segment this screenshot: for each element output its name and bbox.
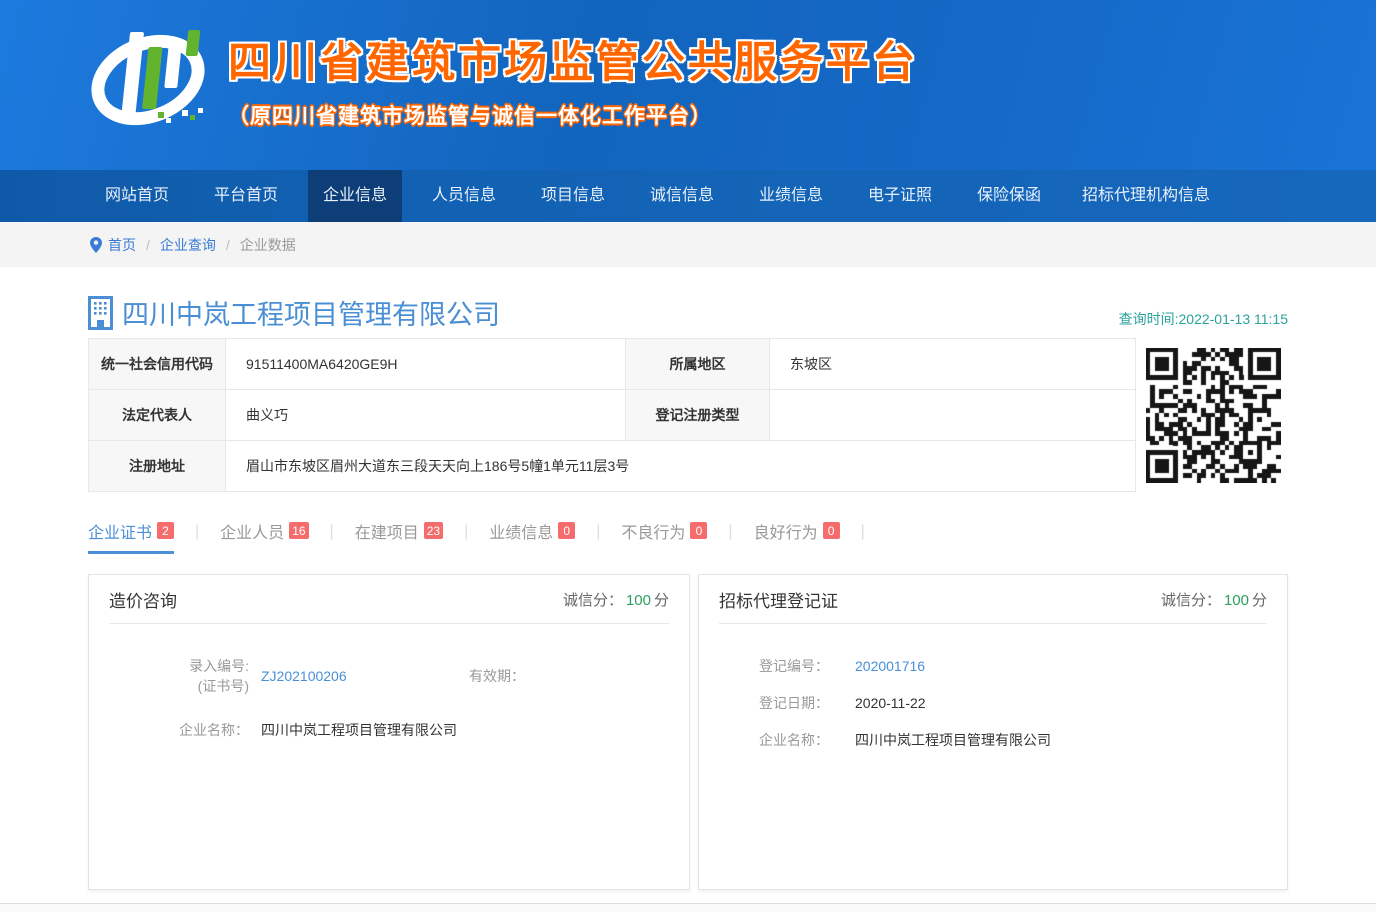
page: 四川省建筑市场监管公共服务平台 （原四川省建筑市场监管与诚信一体化工作平台） 网… [0,0,1376,912]
company-name: 四川中岚工程项目管理有限公司 [122,293,500,332]
tab-projects-under-construction[interactable]: 在建项目 23 [355,519,443,554]
field-label-region: 所属地区 [626,339,770,390]
certificate-card-cost-consulting: 造价咨询 诚信分：100分 录入编号: (证书号) ZJ202100206 有效… [88,574,690,890]
table-row: 统一社会信用代码 91511400MA6420GE9H 所属地区 东坡区 [89,339,1136,390]
field-label-registration-number: 登记编号： [759,656,843,676]
count-badge: 0 [823,522,840,539]
field-label-registration-date: 登记日期： [759,693,843,713]
field-label-company-name: 企业名称： [149,720,249,740]
company-header: 四川中岚工程项目管理有限公司 查询时间:2022-01-13 11:15 [88,290,1288,332]
field-value-company-name: 四川中岚工程项目管理有限公司 [261,720,457,740]
site-header: 四川省建筑市场监管公共服务平台 （原四川省建筑市场监管与诚信一体化工作平台） [0,0,1376,170]
field-value-region: 东坡区 [770,339,1136,390]
certificate-card-bidding-agency: 招标代理登记证 诚信分：100分 登记编号： 202001716 登记日期： 2… [698,574,1288,890]
registration-number-link[interactable]: 202001716 [855,658,1015,674]
certificate-cards: 造价咨询 诚信分：100分 录入编号: (证书号) ZJ202100206 有效… [88,574,1288,890]
field-row: 登记日期： 2020-11-22 [759,693,1267,713]
field-label-company-name: 企业名称： [759,730,843,750]
field-row: 登记编号： 202001716 [759,656,1267,676]
tab-performance-info[interactable]: 业绩信息 0 [489,519,575,554]
field-label-credit-code: 统一社会信用代码 [89,339,226,390]
field-value-registered-address: 眉山市东坡区眉州大道东三段天天向上186号5幢1单元11层3号 [226,441,1136,492]
breadcrumb-company-search-link[interactable]: 企业查询 [160,235,216,255]
qr-code [1146,348,1281,483]
card-body: 登记编号： 202001716 登记日期： 2020-11-22 企业名称： 四… [699,624,1287,750]
field-label-registration-type: 登记注册类型 [626,390,770,441]
main-nav: 网站首页 平台首页 企业信息 人员信息 项目信息 诚信信息 业绩信息 电子证照 … [0,170,1376,222]
nav-item-insurance-guarantee[interactable]: 保险保函 [962,170,1056,222]
breadcrumb-home-link[interactable]: 首页 [108,235,136,255]
card-title: 招标代理登记证 [719,587,838,612]
building-icon [88,296,116,330]
nav-item-e-certificate[interactable]: 电子证照 [853,170,947,222]
field-label-registered-address: 注册地址 [89,441,226,492]
field-row: 企业名称： 四川中岚工程项目管理有限公司 [149,720,669,740]
company-info-table: 统一社会信用代码 91511400MA6420GE9H 所属地区 东坡区 法定代… [88,338,1136,492]
certificate-number-link[interactable]: ZJ202100206 [261,668,421,684]
site-subtitle: （原四川省建筑市场监管与诚信一体化工作平台） [228,100,918,130]
site-title: 四川省建筑市场监管公共服务平台 [228,28,918,90]
field-value-registration-date: 2020-11-22 [855,695,1015,711]
field-label-legal-rep: 法定代表人 [89,390,226,441]
breadcrumb-separator: / [226,237,230,253]
count-badge: 16 [289,522,308,539]
company-title: 四川中岚工程项目管理有限公司 [88,293,500,332]
tab-separator: | [861,523,865,549]
card-title: 造价咨询 [109,587,177,612]
nav-item-project-info[interactable]: 项目信息 [526,170,620,222]
credit-score: 诚信分：100分 [1161,589,1267,610]
nav-item-platform-home[interactable]: 平台首页 [199,170,293,222]
count-badge: 23 [424,522,443,539]
count-badge: 2 [157,522,174,539]
tab-separator: | [195,523,199,549]
nav-item-bidding-agency-info[interactable]: 招标代理机构信息 [1071,170,1221,222]
tab-separator: | [596,523,600,549]
field-value-credit-code: 91511400MA6420GE9H [226,339,626,390]
card-header: 招标代理登记证 诚信分：100分 [719,575,1267,624]
card-header: 造价咨询 诚信分：100分 [109,575,669,624]
credit-score: 诚信分：100分 [563,589,669,610]
header-titles: 四川省建筑市场监管公共服务平台 （原四川省建筑市场监管与诚信一体化工作平台） [228,14,918,130]
field-row: 企业名称： 四川中岚工程项目管理有限公司 [759,730,1267,750]
tab-company-certificates[interactable]: 企业证书 2 [88,519,174,554]
company-info-section: 统一社会信用代码 91511400MA6420GE9H 所属地区 东坡区 法定代… [88,338,1288,492]
count-badge: 0 [690,522,707,539]
breadcrumb-separator: / [146,237,150,253]
platform-logo-icon [86,14,218,132]
nav-item-credit-info[interactable]: 诚信信息 [635,170,729,222]
table-row: 法定代表人 曲义巧 登记注册类型 [89,390,1136,441]
tab-bad-behavior[interactable]: 不良行为 0 [621,519,707,554]
nav-item-company-info[interactable]: 企业信息 [308,170,402,222]
field-value-company-name: 四川中岚工程项目管理有限公司 [855,730,1051,750]
nav-item-performance-info[interactable]: 业绩信息 [744,170,838,222]
breadcrumb-current: 企业数据 [240,235,296,255]
field-label-validity: 有效期： [469,666,525,686]
field-value-registration-type [770,390,1136,441]
field-row: 录入编号: (证书号) ZJ202100206 有效期： [149,656,669,696]
table-row: 注册地址 眉山市东坡区眉州大道东三段天天向上186号5幢1单元11层3号 [89,441,1136,492]
section-tabs: 企业证书 2 | 企业人员 16 | 在建项目 23 | 业绩信息 0 | 不良… [88,517,1288,555]
location-pin-icon [90,237,102,253]
tab-separator: | [330,523,334,549]
tab-company-personnel[interactable]: 企业人员 16 [220,519,308,554]
field-value-legal-rep: 曲义巧 [226,390,626,441]
count-badge: 0 [558,522,575,539]
tab-good-behavior[interactable]: 良好行为 0 [754,519,840,554]
query-time: 查询时间:2022-01-13 11:15 [1119,309,1288,332]
main-content: 四川中岚工程项目管理有限公司 查询时间:2022-01-13 11:15 统一社… [0,267,1376,903]
tab-separator: | [728,523,732,549]
field-label-entry-number: 录入编号: (证书号) [149,656,249,696]
card-body: 录入编号: (证书号) ZJ202100206 有效期： 企业名称： 四川中岚工… [89,624,689,740]
nav-item-personnel-info[interactable]: 人员信息 [417,170,511,222]
nav-item-site-home[interactable]: 网站首页 [90,170,184,222]
tab-separator: | [464,523,468,549]
page-footer-divider [0,903,1376,912]
breadcrumb: 首页 / 企业查询 / 企业数据 [0,222,1376,267]
